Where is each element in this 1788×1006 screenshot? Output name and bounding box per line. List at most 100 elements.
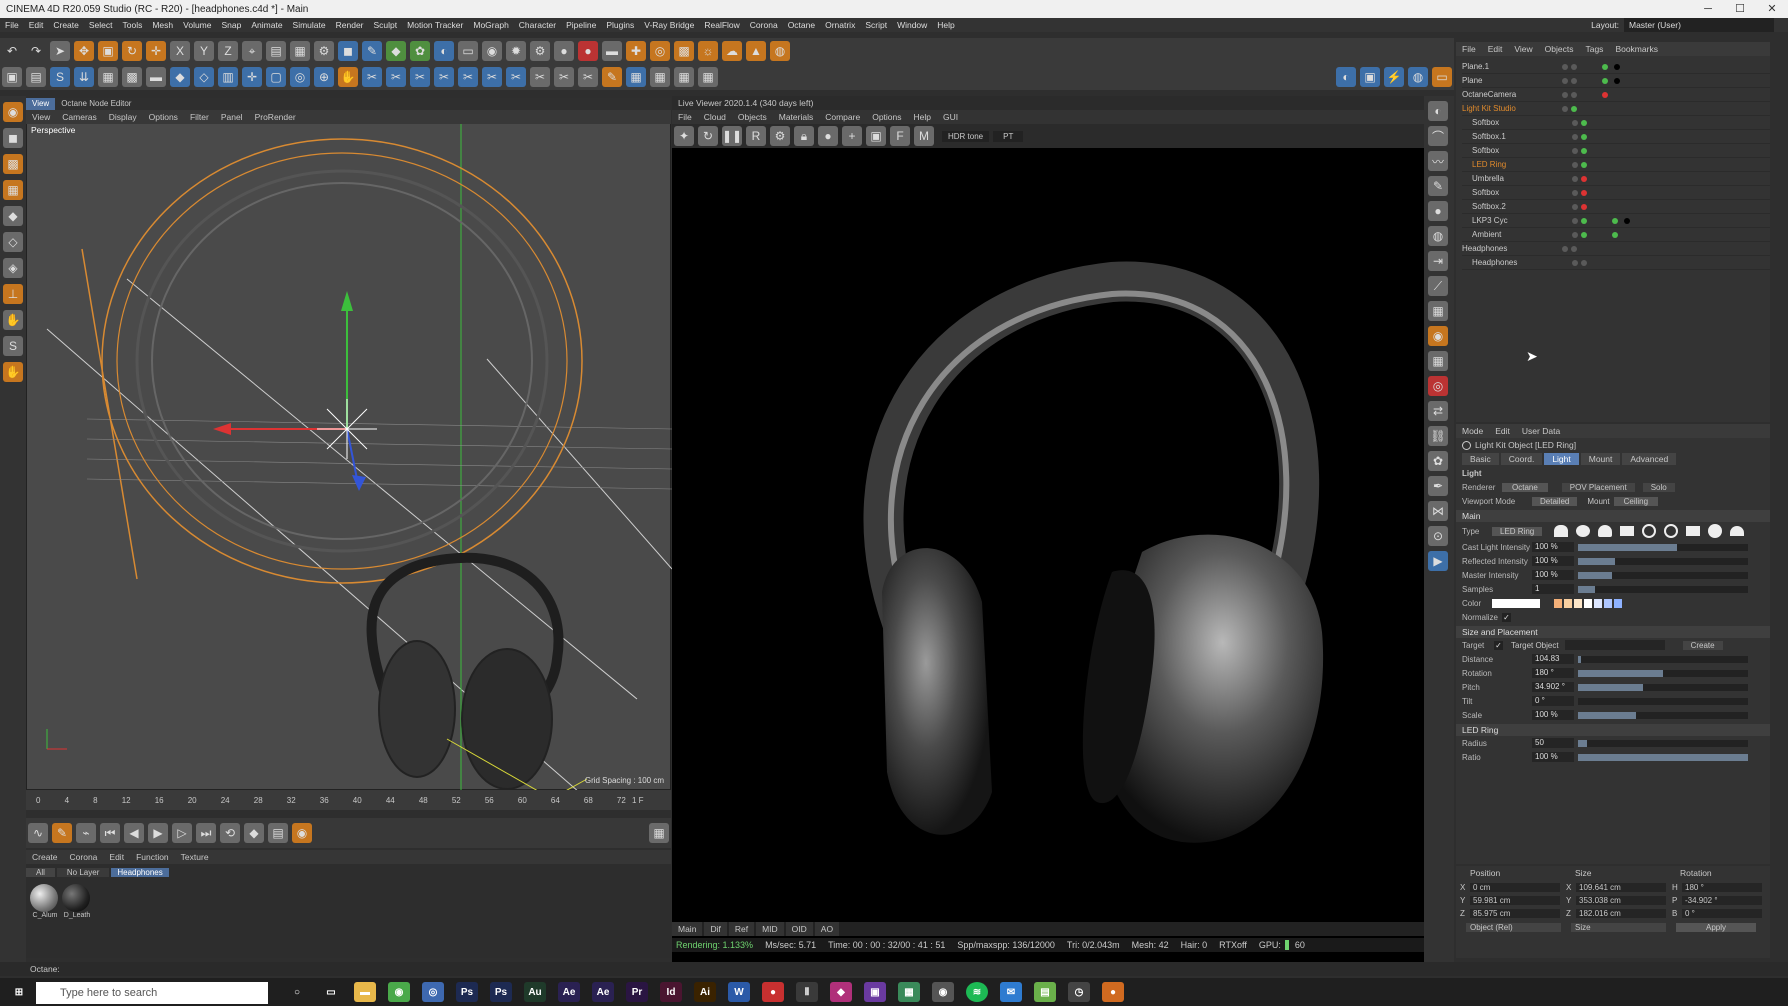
param-slider[interactable]	[1578, 711, 1748, 719]
om-menu-edit[interactable]: Edit	[1482, 42, 1509, 56]
menu-corona[interactable]: Corona	[745, 18, 783, 32]
menu-script[interactable]: Script	[860, 18, 892, 32]
vp-menu-options[interactable]: Options	[143, 110, 184, 124]
material-pick-icon[interactable]: M	[914, 126, 934, 146]
strip-preset-icon[interactable]	[1686, 526, 1701, 536]
umbrella-preset-icon[interactable]	[1576, 525, 1591, 537]
menu-create[interactable]: Create	[48, 18, 84, 32]
menu-help[interactable]: Help	[932, 18, 959, 32]
channel-ao[interactable]: AO	[814, 922, 840, 936]
layout-icon-4[interactable]: ◍	[1408, 67, 1428, 87]
param-value-field[interactable]: 104.83	[1532, 654, 1574, 664]
lv-menu-objects[interactable]: Objects	[732, 110, 773, 124]
vp-menu-prorender[interactable]: ProRender	[249, 110, 302, 124]
make-editable-icon[interactable]: ◉	[3, 102, 23, 122]
add-icon[interactable]: ✛	[146, 41, 166, 61]
grid-icon[interactable]: ▦	[98, 67, 118, 87]
coord-system-icon[interactable]: ⌖	[242, 41, 262, 61]
sphere-preset-icon[interactable]	[1708, 524, 1723, 538]
menu-mograph[interactable]: MoGraph	[468, 18, 513, 32]
create-button[interactable]: Create	[1682, 640, 1723, 650]
hdri-icon[interactable]: ◉	[1428, 326, 1448, 346]
vp-menu-display[interactable]: Display	[103, 110, 143, 124]
brush-icon[interactable]: ✎	[602, 67, 622, 87]
menu-plugins[interactable]: Plugins	[601, 18, 639, 32]
param-slider[interactable]	[1578, 655, 1748, 663]
channel-dif[interactable]: Dif	[704, 922, 727, 936]
plugin-icon-1[interactable]: ✚	[626, 41, 646, 61]
app-grey-icon[interactable]: ◉	[932, 982, 954, 1002]
lv-menu-cloud[interactable]: Cloud	[698, 110, 732, 124]
settings-icon[interactable]: ⚙	[770, 126, 790, 146]
om-menu-bookmarks[interactable]: Bookmarks	[1609, 42, 1664, 56]
layout-icon-5[interactable]: ▭	[1432, 67, 1452, 87]
param-value-field[interactable]: 180 °	[1532, 668, 1574, 678]
audition-icon[interactable]: Au	[524, 982, 546, 1002]
anim-curve-icon[interactable]: ∿	[28, 823, 48, 843]
plugin-icon-4[interactable]: ☼	[698, 41, 718, 61]
photoshop-2-icon[interactable]: Ps	[490, 982, 512, 1002]
grid-tool-icon[interactable]: ▦	[1428, 301, 1448, 321]
param-value-field[interactable]: 34.902 °	[1532, 682, 1574, 692]
close-button[interactable]: ✕	[1756, 0, 1788, 18]
clay-icon[interactable]: ●	[818, 126, 838, 146]
param-slider[interactable]	[1578, 739, 1748, 747]
lv-menu-help[interactable]: Help	[908, 110, 937, 124]
add-icon[interactable]: +	[842, 126, 862, 146]
axis-mode-icon[interactable]: ⊥	[3, 284, 23, 304]
object-tool-icon[interactable]: ◐	[1428, 101, 1448, 121]
cube-icon[interactable]: ◼	[338, 41, 358, 61]
render-region-icon[interactable]: ▤	[266, 41, 286, 61]
app-red-icon[interactable]: ●	[762, 982, 784, 1002]
mesh-icon-4[interactable]: ▦	[698, 67, 718, 87]
softbox-preset-icon[interactable]	[1554, 525, 1569, 537]
color-swatch[interactable]	[1492, 598, 1540, 608]
app-pink-icon[interactable]: ◆	[830, 982, 852, 1002]
polygon-icon[interactable]: ◆	[170, 67, 190, 87]
bend-icon[interactable]: ⌒	[1428, 126, 1448, 146]
tweak-mode-icon[interactable]: ✋	[3, 310, 23, 330]
vp-menu-cameras[interactable]: Cameras	[56, 110, 102, 124]
paint-icon[interactable]: ✿	[1428, 451, 1448, 471]
autokey-icon[interactable]: ⌁	[76, 823, 96, 843]
menu-snap[interactable]: Snap	[217, 18, 247, 32]
mat-menu-edit[interactable]: Edit	[103, 852, 130, 862]
play-icon[interactable]: ▶	[148, 823, 168, 843]
node-icon[interactable]: ⋈	[1428, 501, 1448, 521]
object-row[interactable]: Softbox.1	[1462, 130, 1770, 144]
object-row[interactable]: Plane.1	[1462, 60, 1770, 74]
color-preset[interactable]	[1554, 598, 1562, 608]
object-row[interactable]: Softbox	[1462, 116, 1770, 130]
led-ring-preset-icon[interactable]	[1664, 524, 1679, 538]
pen-tool-icon[interactable]: ✒	[1428, 476, 1448, 496]
tab-advanced[interactable]: Advanced	[1622, 453, 1677, 465]
after-effects-icon[interactable]: Ae	[558, 982, 580, 1002]
menu-mesh[interactable]: Mesh	[147, 18, 178, 32]
play-render-icon[interactable]: ▶	[1428, 551, 1448, 571]
plugin-icon-5[interactable]: ☁	[722, 41, 742, 61]
vp-menu-view[interactable]: View	[26, 110, 56, 124]
material-swatch[interactable]: D_Leath	[62, 884, 92, 919]
lv-menu-materials[interactable]: Materials	[773, 110, 819, 124]
premiere-icon[interactable]: Pr	[626, 982, 648, 1002]
pause-icon[interactable]: ❚❚	[722, 126, 742, 146]
axis-icon[interactable]: ⇊	[74, 67, 94, 87]
color-preset[interactable]	[1584, 598, 1592, 608]
subdivision-icon[interactable]: ◆	[386, 41, 406, 61]
param-slider[interactable]	[1578, 557, 1748, 565]
menu-file[interactable]: File	[0, 18, 24, 32]
app-purple-icon[interactable]: ▣	[864, 982, 886, 1002]
send-scene-icon[interactable]: ✦	[674, 126, 694, 146]
plugin-icon-7[interactable]: ◍	[770, 41, 790, 61]
mesh-icon-3[interactable]: ▦	[674, 67, 694, 87]
position-field[interactable]: 85.975 cm	[1470, 908, 1560, 918]
layout-icon-1[interactable]: ◐	[1336, 67, 1356, 87]
mount-dropdown[interactable]: Ceiling	[1613, 496, 1659, 506]
chrome-icon[interactable]: ◉	[388, 982, 410, 1002]
windows-start-icon[interactable]: ⊞	[8, 982, 30, 1002]
spline-icon[interactable]: 〰	[1428, 151, 1448, 171]
param-value-field[interactable]: 100 %	[1532, 570, 1574, 580]
cortana-icon[interactable]: ○	[286, 982, 308, 1002]
taskbar-search[interactable]: Type here to search	[36, 982, 268, 1004]
go-end-icon[interactable]: ⏭	[196, 823, 216, 843]
